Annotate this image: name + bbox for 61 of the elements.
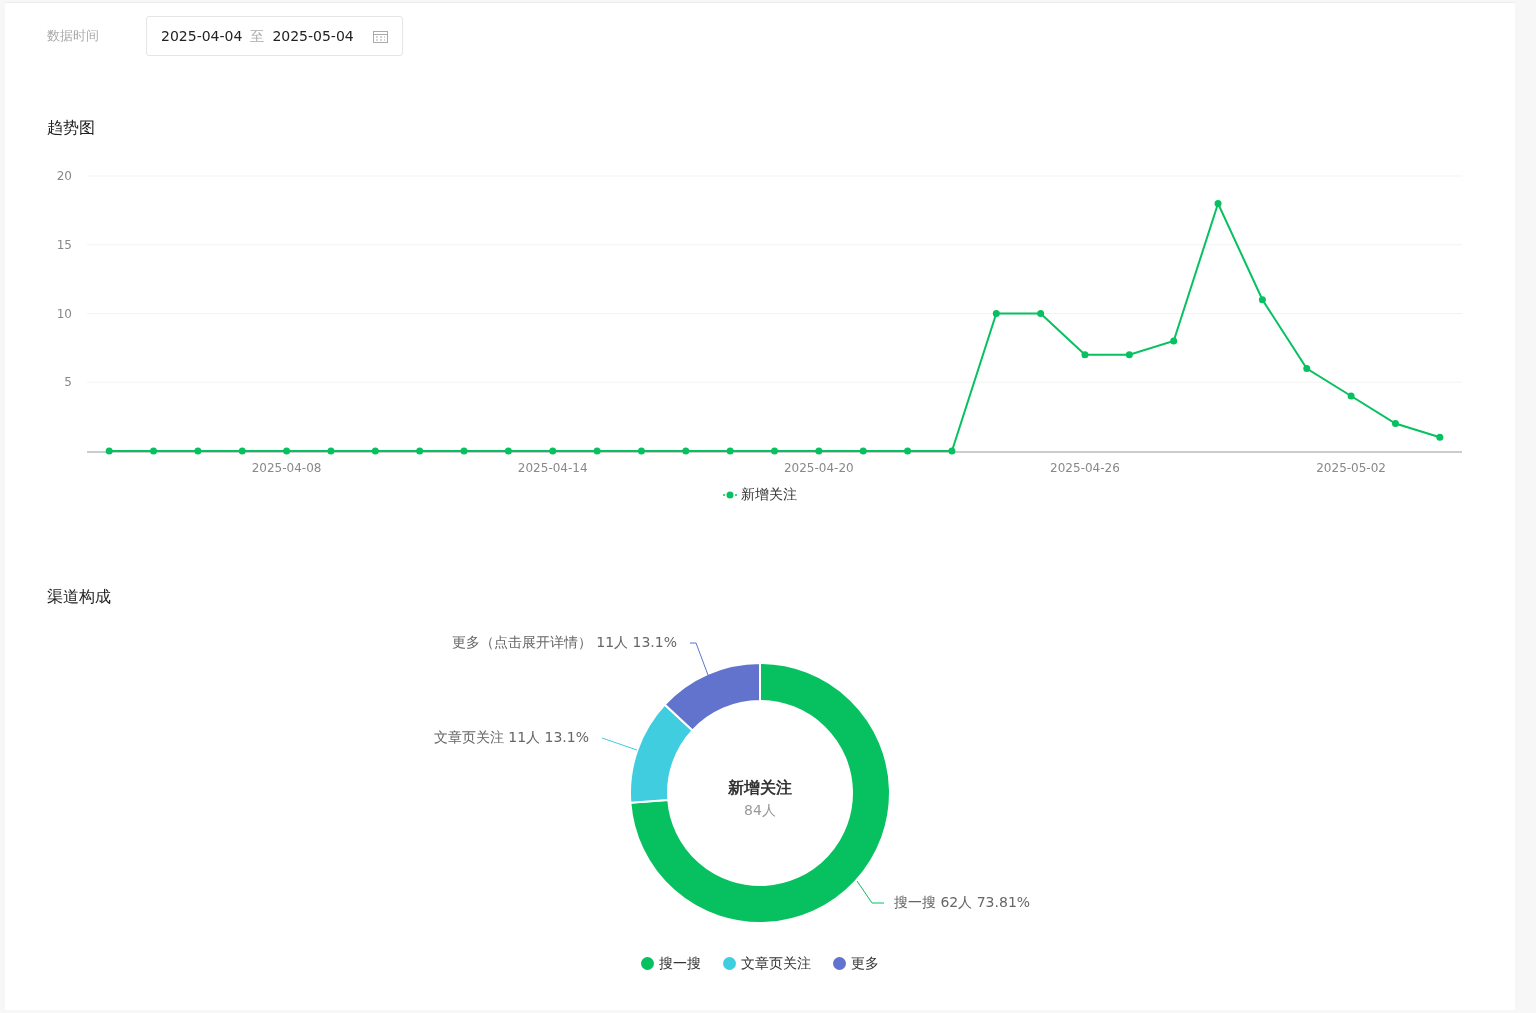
legend-label: 文章页关注	[741, 954, 811, 973]
data-point	[1258, 296, 1266, 304]
center-value: 84人	[744, 802, 776, 818]
leader-line	[601, 737, 638, 751]
calendar-icon	[373, 29, 388, 43]
data-point	[1347, 392, 1355, 400]
range-separator: 至	[250, 26, 265, 46]
leader-line	[856, 880, 885, 904]
data-point	[327, 447, 335, 455]
data-point	[549, 447, 557, 455]
data-point	[105, 447, 113, 455]
legend-label: 更多	[851, 954, 879, 973]
x-tick-label: 2025-05-02	[1316, 461, 1386, 475]
data-point	[771, 447, 778, 455]
y-tick-label: 20	[56, 169, 72, 183]
data-point	[1081, 351, 1089, 359]
data-point	[1303, 365, 1311, 372]
data-point	[283, 447, 291, 455]
center-title: 新增关注	[728, 778, 792, 797]
data-point	[1436, 433, 1444, 441]
data-point	[1214, 200, 1222, 207]
data-point	[682, 447, 690, 455]
data-point	[1125, 351, 1133, 359]
data-point	[1170, 337, 1178, 345]
data-point	[504, 447, 512, 455]
data-point	[150, 447, 158, 455]
legend-label: 新增关注	[741, 485, 797, 504]
start-date: 2025-04-04	[161, 26, 243, 46]
data-point	[1037, 310, 1045, 317]
data-point	[1391, 420, 1399, 427]
x-tick-label: 2025-04-20	[784, 461, 854, 475]
data-point	[815, 447, 823, 455]
section-title: 趋势图	[47, 117, 95, 139]
x-tick-label: 2025-04-26	[1050, 461, 1120, 475]
end-date: 2025-05-04	[272, 26, 354, 46]
x-tick-label: 2025-04-14	[517, 461, 588, 475]
slice-label: 文章页关注 11人 13.1%	[433, 729, 589, 745]
leader-line	[689, 642, 709, 676]
section-title: 渠道构成	[47, 586, 111, 608]
data-point	[904, 447, 912, 455]
data-point	[194, 447, 202, 455]
data-point	[992, 310, 1000, 317]
slice-label: 搜一搜 62人 73.81%	[894, 894, 1031, 910]
data-point	[726, 447, 734, 455]
data-point	[416, 447, 424, 455]
data-point	[637, 447, 645, 455]
line-legend-icon	[723, 490, 737, 499]
data-point	[238, 447, 246, 455]
data-point	[948, 447, 956, 455]
data-point	[593, 447, 601, 455]
filter-label: 数据时间	[47, 27, 100, 46]
y-tick-label: 10	[56, 306, 72, 321]
x-tick-label: 2025-04-08	[251, 461, 322, 475]
y-tick-label: 15	[56, 237, 72, 252]
legend-label: 搜一搜	[659, 954, 701, 973]
data-point	[460, 447, 468, 455]
y-tick-label: 5	[64, 375, 72, 390]
date-range-picker[interactable]: 2025-04-04 至 2025-05-04	[146, 16, 403, 56]
data-point	[859, 447, 867, 455]
data-point	[371, 447, 379, 455]
slice-label: 更多（点击展开详情） 11人 13.1%	[451, 634, 677, 650]
